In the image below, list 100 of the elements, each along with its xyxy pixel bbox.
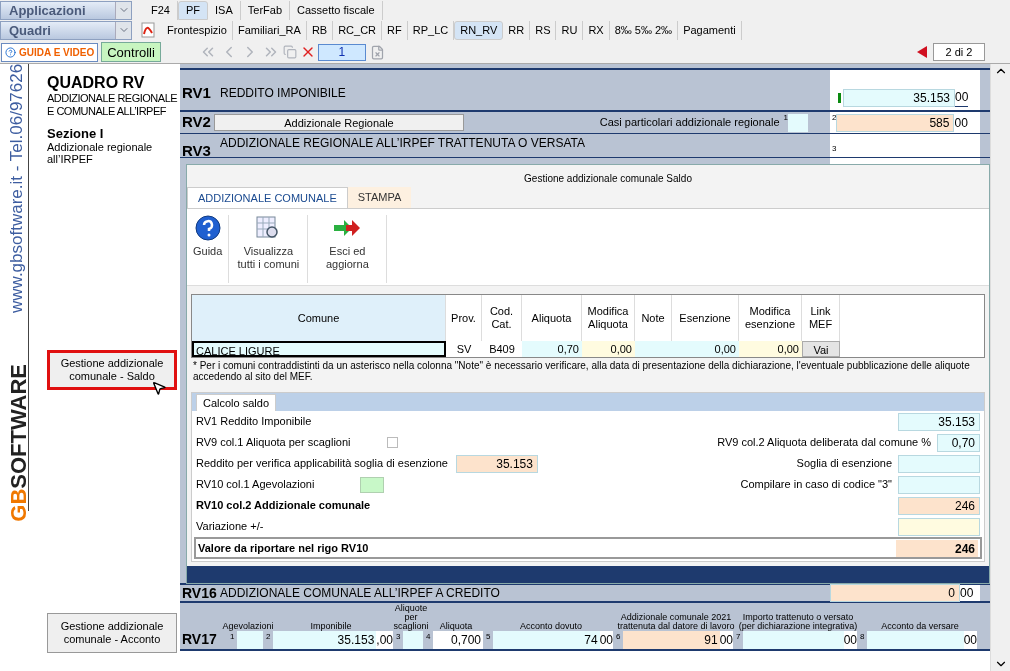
row-code: RV16 <box>181 583 218 603</box>
value-field[interactable] <box>743 631 844 649</box>
field-index: 2 <box>832 112 837 124</box>
row-label: Casi particolari addizionale regionale <box>599 115 780 131</box>
management-button[interactable]: Gestione addizionale comunale - Acconto <box>47 613 177 653</box>
previous-arrow-icon[interactable] <box>917 46 927 58</box>
top-tab[interactable]: Cassetto fiscale <box>290 0 383 20</box>
value-field[interactable]: 91 <box>623 631 720 649</box>
quadro-tab[interactable]: RB <box>306 20 334 40</box>
link-button[interactable]: Vai <box>802 341 840 357</box>
value-field[interactable]: 246 <box>898 496 980 515</box>
note-text: * Per i comuni contraddistinti da un asterisco nella colonna "Note" è necessario verificare, alla data di presentazione della dichiarazione, l'eventuale pubblicazione delle aliquote accedendo al sito del MEF. <box>193 360 971 382</box>
column-label: Aliquota <box>438 620 474 631</box>
quadro-tab[interactable]: Familiari_RA <box>232 20 307 40</box>
value-field[interactable]: 35.153 <box>455 454 538 473</box>
column-header: Comune <box>192 295 446 341</box>
page-file-icon[interactable] <box>369 44 385 60</box>
row-label: ADDIZIONALE COMUNALE ALL’IRPEF A CREDITO <box>220 585 501 602</box>
contact-text: www.gbsoftware.it - Tel.06/97626 <box>6 64 27 316</box>
value-field[interactable]: 0 <box>830 584 960 602</box>
calc-label: RV1 Reddito Imponibile <box>196 414 312 430</box>
help-icon <box>194 215 221 241</box>
field-index: 1 <box>230 631 236 643</box>
quadro-subtitle: ADDIZIONALE REGIONALE E COMUNALE ALL’IRPEF <box>47 92 179 118</box>
quadro-tab[interactable]: RS <box>530 20 557 40</box>
value-field[interactable] <box>867 631 964 649</box>
decimals: 00 <box>955 88 969 107</box>
calc-label: Variazione +/- <box>196 519 264 535</box>
quadro-tab[interactable]: RN_RV <box>454 20 504 40</box>
regional-button[interactable]: Addizionale Regionale <box>214 114 464 131</box>
decimals: 00 <box>954 114 968 132</box>
value-field[interactable] <box>403 631 423 649</box>
flag-field[interactable] <box>360 476 385 493</box>
dialog-tab[interactable]: ADDIZIONALE COMUNALE <box>187 187 348 208</box>
value-field[interactable]: 585 <box>836 113 955 132</box>
checkbox[interactable] <box>386 437 398 448</box>
value-field[interactable]: 0,700 <box>433 631 483 649</box>
row-label: ADDIZIONALE REGIONALE ALL’IRPEF TRATTENUTA O VERSATA <box>220 135 586 152</box>
logo: GBSOFTWARE <box>5 364 32 522</box>
help-icon <box>5 46 16 58</box>
section-description: Addizionale regionale all’IRPEF <box>47 141 154 165</box>
flag-field[interactable] <box>788 113 808 132</box>
field-index: 7 <box>736 631 742 643</box>
column-label: Acconto dovuto <box>518 620 583 631</box>
quadro-tab[interactable]: RU <box>556 20 584 40</box>
copy-page-icon[interactable] <box>282 45 297 59</box>
table-cell: 0,00 <box>582 341 635 357</box>
value-field[interactable] <box>898 517 980 536</box>
field-index: 3 <box>396 631 402 643</box>
field-index: 2 <box>266 631 272 643</box>
quadro-tab[interactable]: RX <box>583 20 610 40</box>
field-index: 6 <box>616 631 622 643</box>
column-label: Acconto da versare <box>880 620 960 631</box>
calc-tab[interactable]: Calcolo saldo <box>196 394 277 411</box>
quadro-title: QUADRO RV <box>47 74 146 92</box>
field-index: 8 <box>860 631 866 643</box>
quadro-tab[interactable]: Pagamenti <box>678 20 742 40</box>
column-label: Agevolazioni <box>221 620 275 631</box>
value-field[interactable] <box>898 454 980 473</box>
ribbon-button[interactable]: Guida <box>187 215 230 283</box>
row-code: RV2 <box>181 112 212 133</box>
calc-label: RV9 col.1 Aliquota per scaglioni <box>196 435 351 451</box>
table-cell: 0,00 <box>672 341 739 357</box>
ribbon-button[interactable]: Esci ed aggiorna <box>308 215 388 283</box>
pdf-icon[interactable] <box>140 22 156 38</box>
value-field[interactable] <box>237 631 263 649</box>
value-field[interactable]: 35.153 <box>273 631 377 649</box>
calc-label: RV10 col.2 Addizionale comunale <box>196 498 371 514</box>
top-tab[interactable]: PF <box>177 0 209 20</box>
row-label: REDDITO IMPONIBILE <box>220 85 347 102</box>
table-cell[interactable]: CALICE LIGURE <box>192 341 446 357</box>
quadro-tab[interactable]: Frontespizio <box>162 20 233 40</box>
value-field[interactable]: 35.153 <box>898 412 980 431</box>
page-number-field[interactable]: 1 <box>317 43 366 61</box>
quadro-tab[interactable]: RF <box>382 20 408 40</box>
column-label: Aliquote per scaglioni <box>392 603 430 631</box>
quadro-tab[interactable]: RR <box>503 20 531 40</box>
column-label: Addizionale comunale 2021 trattenuta dal datore di lavoro <box>616 611 736 631</box>
calc-label: RV9 col.2 Aliquota deliberata dal comune % <box>717 435 931 451</box>
value-field[interactable]: 35.153 <box>843 89 955 107</box>
ribbon-button[interactable]: Visualizza tutti i comuni <box>229 215 309 283</box>
section-title: Sezione I <box>47 126 105 141</box>
management-button[interactable]: Gestione addizionale comunale - Saldo <box>47 350 177 390</box>
quadro-tab[interactable]: 8‰ 5‰ 2‰ <box>609 20 679 40</box>
quadro-tab[interactable]: RC_CR <box>333 20 383 40</box>
value-field[interactable]: 0,70 <box>937 433 980 452</box>
calc-label: Compilare in caso di codice "3" <box>740 477 892 493</box>
field-index: 4 <box>426 631 432 643</box>
column-label: Imponibile <box>309 620 353 631</box>
table-cell: 0,00 <box>739 341 802 357</box>
top-tab[interactable]: TerFab <box>240 0 290 20</box>
menu-dropdown[interactable]: Applicazioni <box>0 0 132 20</box>
top-tab[interactable]: F24 <box>144 0 178 20</box>
value-field[interactable] <box>898 475 980 494</box>
value-field[interactable]: 74 <box>493 631 600 649</box>
top-tab[interactable]: ISA <box>208 0 241 20</box>
column-label: Importo trattenuto o versato (per dichiarazione integrativa) <box>737 611 859 631</box>
dialog-tab[interactable]: STAMPA <box>347 187 412 208</box>
controls-button[interactable]: Controlli <box>101 42 161 62</box>
menu-dropdown[interactable]: Quadri <box>0 20 132 40</box>
